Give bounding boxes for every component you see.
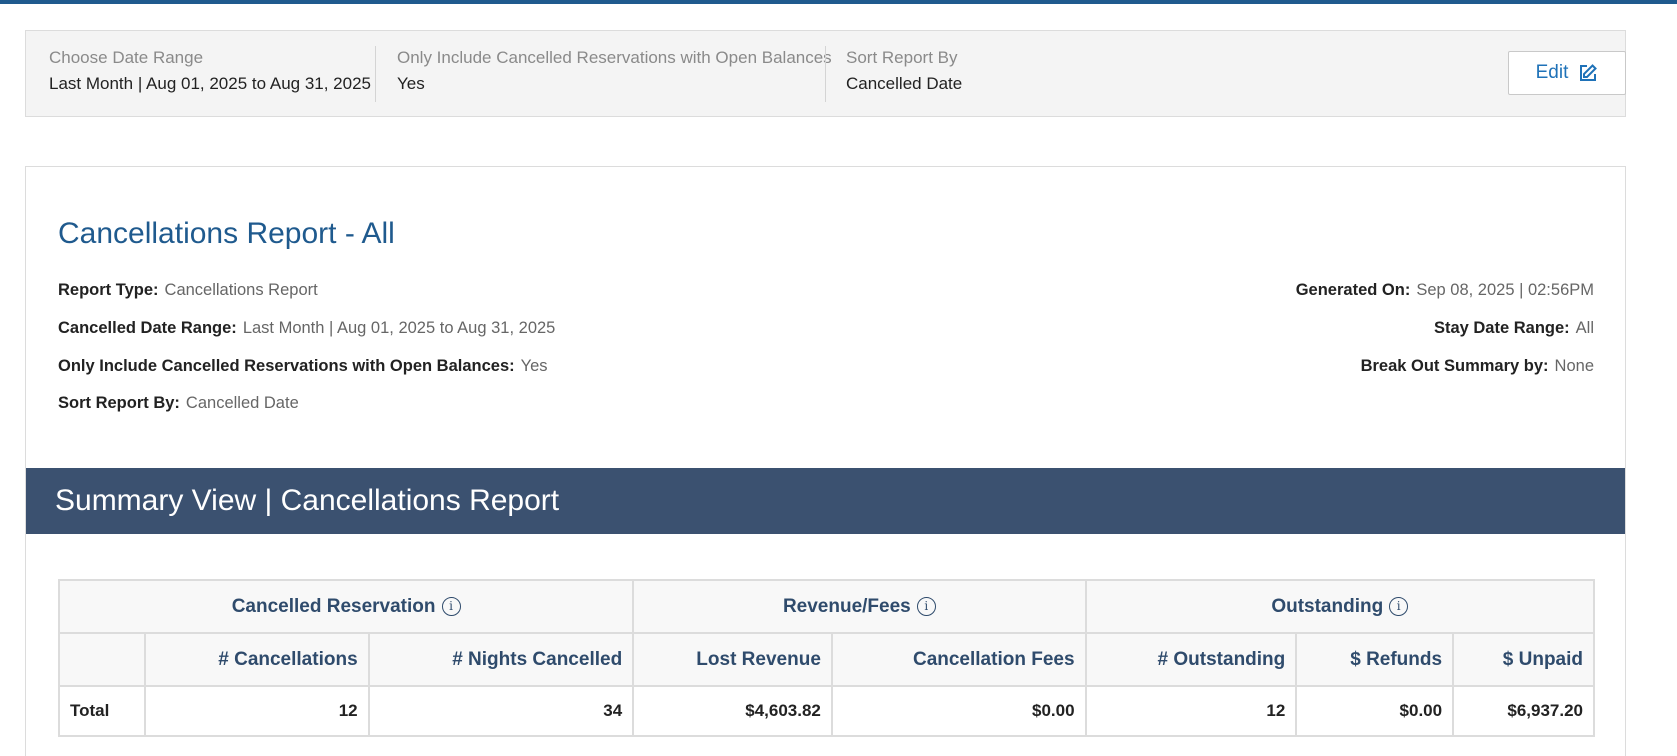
group-revenue-fees: Revenue/Fees i	[632, 579, 1087, 634]
edit-button[interactable]: Edit	[1508, 51, 1626, 95]
meta-label: Cancelled Date Range:	[58, 319, 237, 337]
report-title: Cancellations Report - All	[58, 217, 395, 250]
filter-label: Sort Report By	[846, 48, 958, 67]
meta-stay-date-range: Stay Date Range: All	[1434, 317, 1594, 339]
column-header-unpaid: $ Unpaid	[1452, 632, 1595, 687]
column-header-cancellations: # Cancellations	[143, 632, 370, 687]
filter-value: Last Month | Aug 01, 2025 to Aug 31, 202…	[49, 74, 372, 93]
column-header-lost-revenue: Lost Revenue	[632, 632, 833, 687]
group-outstanding: Outstanding i	[1084, 579, 1596, 634]
meta-label: Report Type:	[58, 281, 159, 299]
top-strip	[0, 0, 1677, 4]
meta-value: Last Month | Aug 01, 2025 to Aug 31, 202…	[242, 319, 556, 337]
meta-break-out-summary: Break Out Summary by: None	[1361, 355, 1594, 377]
group-cancelled-reservation: Cancelled Reservation i	[57, 579, 635, 634]
meta-label: Stay Date Range:	[1433, 319, 1570, 337]
meta-value: None	[1554, 357, 1594, 375]
meta-generated-on: Generated On: Sep 08, 2025 | 02:56PM	[1296, 279, 1594, 301]
filter-date-range[interactable]: Choose Date Range Last Month | Aug 01, 2…	[49, 47, 371, 95]
table-cell: $6,937.20	[1452, 685, 1595, 737]
summary-heading: Summary View | Cancellations Report	[26, 468, 1625, 534]
info-icon[interactable]: i	[441, 596, 461, 616]
table-cell: $4,603.82	[632, 685, 833, 737]
column-header-cancellation-fees: Cancellation Fees	[830, 632, 1087, 687]
divider	[825, 46, 826, 102]
filter-label: Choose Date Range	[49, 48, 204, 67]
report-panel: Cancellations Report - All Report Type: C…	[25, 166, 1626, 756]
column-header	[58, 632, 146, 687]
divider	[375, 46, 376, 102]
meta-value: Cancellations Report	[164, 281, 318, 299]
meta-label: Generated On:	[1295, 281, 1411, 299]
edit-icon	[1580, 64, 1598, 81]
filter-value: Yes	[397, 74, 425, 93]
edit-button-label: Edit	[1535, 62, 1569, 83]
group-label: Revenue/Fees	[782, 595, 911, 617]
row-label: Total	[58, 685, 146, 737]
column-header-outstanding: # Outstanding	[1084, 632, 1298, 687]
column-header-nights-cancelled: # Nights Cancelled	[367, 632, 635, 687]
meta-cancelled-date-range: Cancelled Date Range: Last Month | Aug 01…	[58, 317, 555, 339]
table-cell: 12	[1084, 685, 1298, 737]
meta-value: All	[1575, 319, 1594, 337]
meta-label: Only Include Cancelled Reservations with…	[58, 357, 515, 375]
filter-label: Only Include Cancelled Reservations with…	[397, 48, 832, 67]
meta-sort-by: Sort Report By: Cancelled Date	[58, 392, 299, 414]
meta-label: Sort Report By:	[58, 394, 180, 412]
summary-table: Cancelled Reservation i Revenue/Fees i Out…	[57, 579, 1596, 737]
table-cell: $0.00	[1295, 685, 1455, 737]
group-header-row: Cancelled Reservation i Revenue/Fees i Out…	[57, 579, 1596, 634]
meta-value: Sep 08, 2025 | 02:56PM	[1416, 281, 1594, 299]
meta-value: Cancelled Date	[185, 394, 299, 412]
meta-label: Break Out Summary by:	[1360, 357, 1549, 375]
table-row: Total 12 34 $4,603.82 $0.00 12 $0.00 $6,…	[58, 685, 1595, 737]
column-header-refunds: $ Refunds	[1295, 632, 1455, 687]
filter-value: Cancelled Date	[846, 74, 963, 93]
filter-bar: Choose Date Range Last Month | Aug 01, 2…	[25, 30, 1626, 117]
filter-open-balances[interactable]: Only Include Cancelled Reservations with…	[397, 47, 832, 95]
info-icon[interactable]: i	[916, 596, 936, 616]
group-label: Cancelled Reservation	[231, 595, 436, 617]
meta-report-type: Report Type: Cancellations Report	[58, 279, 318, 301]
table-cell: 12	[143, 685, 370, 737]
info-icon[interactable]: i	[1389, 596, 1409, 616]
table-cell: $0.00	[830, 685, 1087, 737]
filter-sort-by[interactable]: Sort Report By Cancelled Date	[846, 47, 962, 95]
table-cell: 34	[367, 685, 635, 737]
meta-open-balances: Only Include Cancelled Reservations with…	[58, 355, 548, 377]
column-header-row: # Cancellations # Nights Cancelled Lost …	[58, 632, 1595, 687]
group-label: Outstanding	[1271, 595, 1384, 617]
meta-value: Yes	[520, 357, 548, 375]
